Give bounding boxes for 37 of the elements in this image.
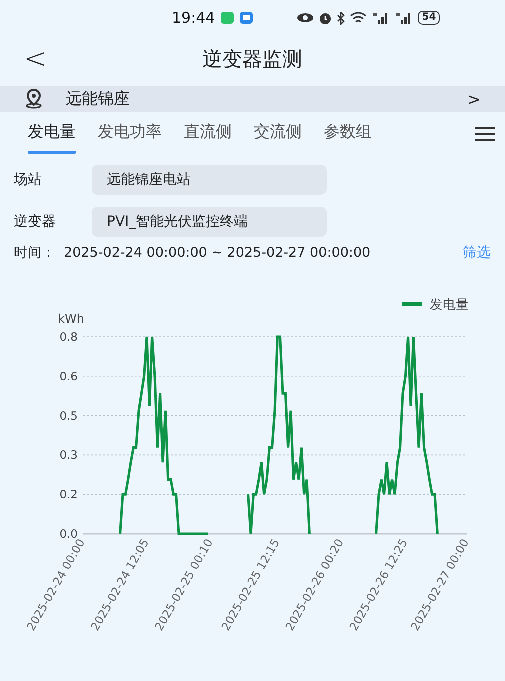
tab[interactable]: 交流侧 <box>254 118 302 154</box>
y-tick-label: 0.0 <box>60 527 78 541</box>
location-name: 远能锦座 <box>66 88 131 110</box>
alarm-icon <box>319 12 332 24</box>
y-tick-label: 0.5 <box>60 408 78 423</box>
app-notification-icon <box>240 12 254 24</box>
y-tick-label: 0.3 <box>60 448 78 462</box>
field-label: 场站 <box>14 171 43 189</box>
y-tick-label: 0.6 <box>60 369 78 384</box>
status-time: 19:44 <box>172 9 216 27</box>
back-button[interactable]: < <box>18 42 54 75</box>
y-tick-label: 0.8 <box>60 330 78 344</box>
signal-icon <box>372 12 390 24</box>
page-title: 逆变器监测 <box>202 46 302 72</box>
battery-indicator: 54 <box>418 11 440 25</box>
signal-icon <box>395 12 414 24</box>
select-field[interactable]: 远能锦座电站 <box>92 165 327 195</box>
y-tick-label: 0.2 <box>60 488 78 502</box>
wifi-icon <box>350 12 368 24</box>
time-range: 2025-02-24 00:00:00 ~ 2025-02-27 00:00:00 <box>64 245 371 261</box>
legend-swatch <box>402 302 422 306</box>
location-bar[interactable]: 远能锦座 > <box>0 86 505 112</box>
tab[interactable]: 直流侧 <box>184 118 232 154</box>
eye-icon <box>297 13 314 23</box>
app-notification-icon <box>221 12 234 24</box>
field-label: 逆变器 <box>14 213 57 231</box>
tab[interactable]: 参数组 <box>324 118 372 154</box>
y-axis-unit: kWh <box>58 312 84 326</box>
select-field[interactable]: PVI_智能光伏监控终端 <box>92 207 327 237</box>
time-label: 时间： <box>14 244 56 262</box>
legend-label: 发电量 <box>430 298 469 313</box>
tab[interactable]: 发电量 <box>28 118 76 154</box>
bluetooth-icon <box>337 12 346 24</box>
location-pin-icon <box>24 89 44 109</box>
menu-icon[interactable] <box>475 127 495 141</box>
tab[interactable]: 发电功率 <box>98 118 162 154</box>
location-arrow: > <box>468 90 481 108</box>
